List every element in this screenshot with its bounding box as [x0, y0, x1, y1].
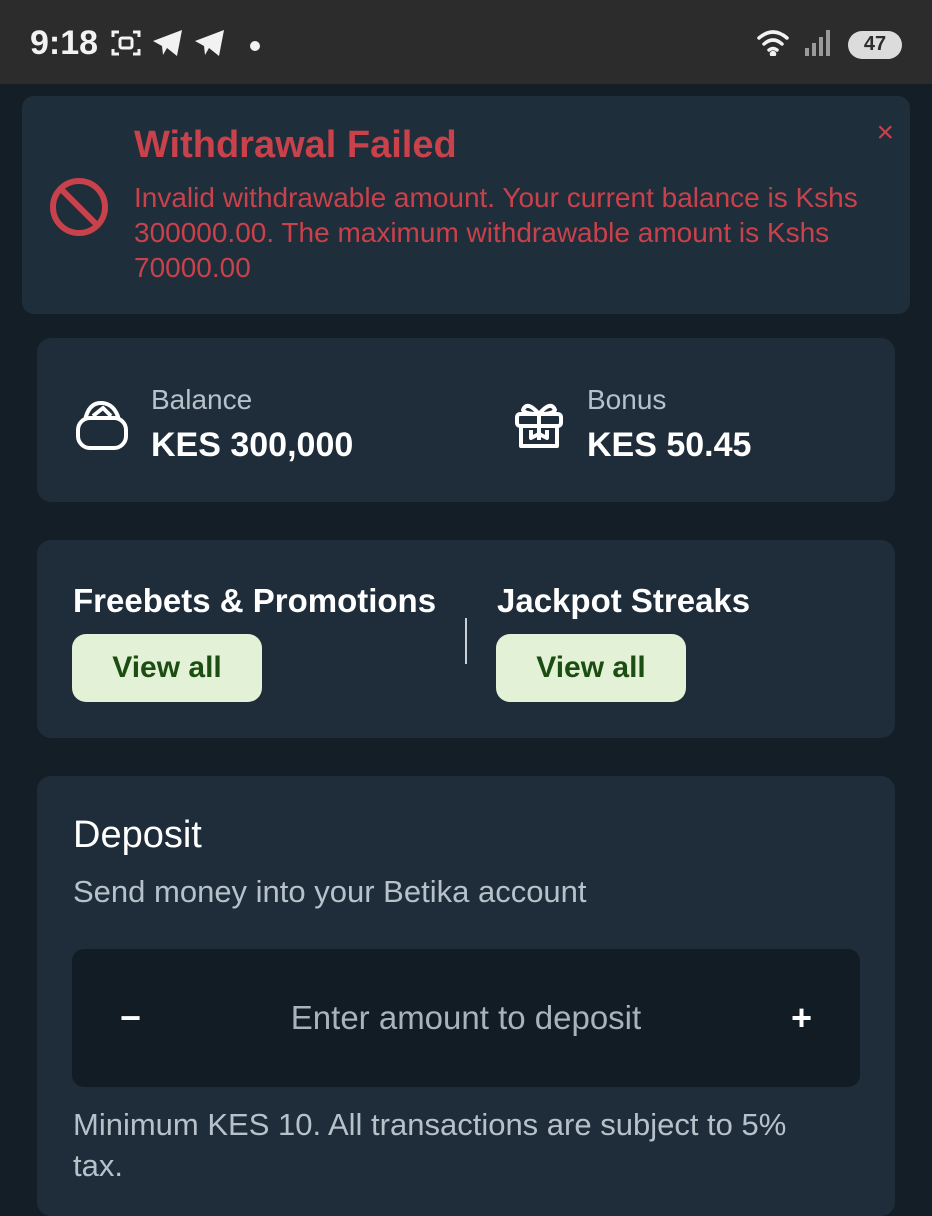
- divider: [465, 618, 467, 664]
- increment-button[interactable]: +: [791, 997, 812, 1039]
- balance-label: Balance: [151, 384, 253, 415]
- decrement-button[interactable]: −: [120, 997, 141, 1039]
- deposit-card: Deposit Send money into your Betika acco…: [37, 776, 895, 1216]
- prohibited-icon: [48, 176, 110, 243]
- status-bar: 9:18 47: [0, 0, 932, 84]
- gift-icon: [513, 398, 565, 457]
- screenshot-icon: [110, 28, 142, 63]
- status-icons-right: 47: [756, 28, 902, 61]
- deposit-title: Deposit: [73, 814, 202, 856]
- close-icon[interactable]: ×: [876, 116, 894, 150]
- status-time: 9:18: [30, 24, 99, 62]
- freebets-view-all-button[interactable]: View all: [72, 634, 262, 702]
- telegram-icon: [152, 29, 184, 62]
- balance-block: Balance KES 300,000: [75, 382, 353, 465]
- jackpot-title: Jackpot Streaks: [497, 582, 751, 619]
- telegram-icon: [194, 29, 226, 62]
- status-icons-left: [110, 28, 260, 63]
- wallet-icon: [75, 398, 129, 457]
- withdrawal-failed-alert: Withdrawal Failed Invalid withdrawable a…: [22, 96, 910, 314]
- deposit-amount-input[interactable]: [192, 989, 740, 1047]
- freebets-title: Freebets & Promotions: [73, 582, 437, 619]
- bonus-value: KES 50.45: [587, 426, 752, 464]
- battery-indicator: 47: [848, 30, 902, 59]
- alert-message: Invalid withdrawable amount. Your curren…: [134, 182, 858, 283]
- jackpot-view-all-button[interactable]: View all: [496, 634, 686, 702]
- promotions-card: Freebets & Promotions View all Jackpot S…: [37, 540, 895, 738]
- wifi-icon: [756, 28, 790, 61]
- balance-value: KES 300,000: [151, 426, 354, 464]
- deposit-subtitle: Send money into your Betika account: [73, 874, 587, 909]
- deposit-note: Minimum KES 10. All transactions are sub…: [73, 1107, 787, 1183]
- bonus-block: Bonus KES 50.45: [513, 382, 751, 465]
- signal-icon: [804, 28, 834, 61]
- alert-title: Withdrawal Failed: [134, 124, 457, 166]
- notification-dot-icon: [250, 40, 260, 51]
- bonus-label: Bonus: [587, 384, 667, 415]
- deposit-amount-stepper: − +: [72, 949, 860, 1087]
- wallet-card: Balance KES 300,000 Bonus KES 50.45: [37, 338, 895, 502]
